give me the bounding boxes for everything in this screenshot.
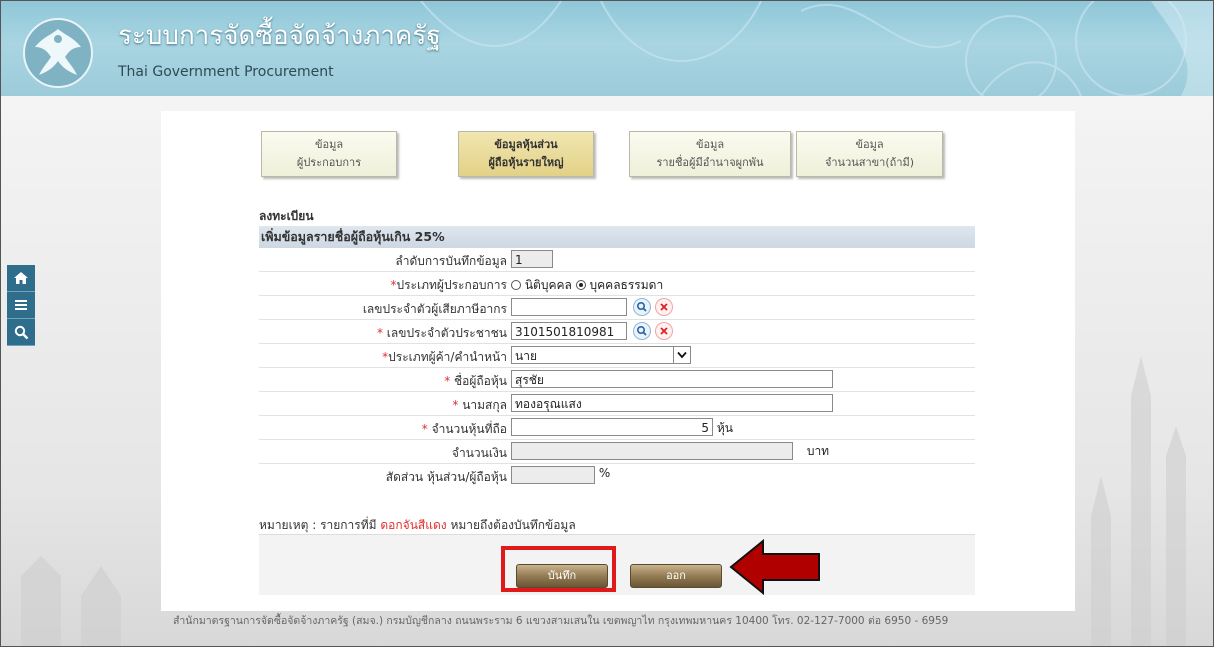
radio-natural-person[interactable] (575, 280, 586, 290)
close-icon (660, 327, 668, 335)
search-icon (636, 301, 647, 312)
form-row-tax-id: เลขประจำตัวผู้เสียภาษีอากร (259, 296, 975, 320)
radio-juristic[interactable] (511, 280, 521, 290)
garuda-logo (23, 18, 93, 88)
shares-input[interactable]: 5 (511, 418, 713, 436)
form-title: เพิ่มข้อมูลรายชื่อผู้ถือหุ้นเกิน 25% (259, 226, 975, 248)
shares-label: จำนวนหุ้นที่ถือ (431, 422, 507, 436)
note-red-text: ดอกจันสีแดง (380, 518, 447, 532)
tax-id-input[interactable] (511, 298, 627, 316)
footer-address: สำนักมาตรฐานการจัดซื้อจัดจ้างภาครัฐ (สมจ… (173, 615, 949, 627)
amount-unit: บาท (806, 444, 830, 458)
shares-unit: หุ้น (716, 421, 733, 435)
form-row-ratio: สัดส่วน หุ้นส่วน/ผู้ถือหุ้น % (259, 464, 975, 487)
radio-natural-person-label: บุคคลธรรมดา (589, 278, 664, 292)
side-nav (7, 265, 35, 346)
menu-icon (15, 300, 27, 310)
note-suffix: หมายถึงต้องบันทึกข้อมูล (450, 518, 576, 532)
page-frame: ระบบการจัดซื้อจัดจ้างภาครัฐ Thai Governm… (0, 0, 1214, 647)
tab-label-line2: จำนวนสาขา(ถ้ามี) (824, 156, 915, 169)
form-row-operator-type: *ประเภทผู้ประกอบการ นิติบุคคล บุคคลธรรมด… (259, 272, 975, 296)
tab-operator-info[interactable]: ข้อมูล ผู้ประกอบการ (261, 131, 397, 177)
tab-shareholder-info[interactable]: ข้อมูลหุ้นส่วน ผู้ถือหุ้นรายใหญ่ (458, 131, 594, 177)
ratio-label: สัดส่วน หุ้นส่วน/ผู้ถือหุ้น (385, 470, 507, 484)
radio-juristic-label: นิติบุคคล (524, 278, 572, 292)
tax-id-search-button[interactable] (632, 298, 651, 316)
required-note: หมายเหตุ : รายการที่มี ดอกจันสีแดง หมายถ… (259, 516, 576, 535)
amount-label: จำนวนเงิน (451, 446, 507, 460)
tab-label-line1: ข้อมูล (855, 138, 884, 151)
search-icon (14, 325, 28, 339)
last-name-input[interactable]: ทองอรุณแสง (511, 394, 833, 412)
form-row-last-name: * นามสกุล ทองอรุณแสง (259, 392, 975, 416)
tab-label-line2: รายชื่อผู้มีอำนาจผูกพัน (656, 156, 764, 169)
title-type-select[interactable]: นาย (511, 346, 691, 364)
form-row-record-order: ลำดับการบันทึกข้อมูล 1 (259, 248, 975, 272)
record-order-label: ลำดับการบันทึกข้อมูล (395, 254, 507, 268)
section-label: ลงทะเบียน (259, 209, 314, 223)
note-prefix: หมายเหตุ : รายการที่มี (259, 518, 377, 532)
operator-type-label: ประเภทผู้ประกอบการ (396, 278, 507, 292)
citizen-id-label: เลขประจำตัวประชาชน (386, 326, 507, 340)
form-row-first-name: * ชื่อผู้ถือหุ้น สุรชัย (259, 368, 975, 392)
ratio-unit: % (598, 466, 611, 480)
red-arrow-annotation (729, 539, 820, 595)
home-icon (14, 272, 28, 284)
first-name-input[interactable]: สุรชัย (511, 370, 833, 388)
required-asterisk: * (452, 398, 463, 412)
app-title: ระบบการจัดซื้อจัดจ้างภาครัฐ (118, 21, 441, 51)
exit-button[interactable]: ออก (630, 564, 722, 588)
tax-id-label: เลขประจำตัวผู้เสียภาษีอากร (362, 302, 507, 316)
tab-label-line2: ผู้ถือหุ้นรายใหญ่ (488, 156, 564, 169)
form-row-amount: จำนวนเงิน บาท (259, 440, 975, 464)
last-name-label: นามสกุล (462, 398, 507, 412)
required-asterisk: * (421, 422, 432, 436)
title-type-label: ประเภทผู้ค้า/คำนำหน้า (388, 350, 507, 364)
tab-authorized-persons[interactable]: ข้อมูล รายชื่อผู้มีอำนาจผูกพัน (629, 131, 791, 177)
step-tabs: ข้อมูล ผู้ประกอบการ ข้อมูลหุ้นส่วน ผู้ถื… (261, 131, 961, 181)
citizen-id-clear-button[interactable] (654, 322, 673, 340)
search-nav-button[interactable] (7, 319, 35, 346)
tax-id-clear-button[interactable] (654, 298, 673, 316)
tab-branch-count[interactable]: ข้อมูล จำนวนสาขา(ถ้ามี) (796, 131, 943, 177)
button-bar: บันทึก ออก (259, 534, 975, 595)
citizen-id-input[interactable]: 3101501810981 (511, 322, 627, 340)
citizen-id-search-button[interactable] (632, 322, 651, 340)
main-panel: ข้อมูล ผู้ประกอบการ ข้อมูลหุ้นส่วน ผู้ถื… (161, 111, 1075, 611)
tab-label-line2: ผู้ประกอบการ (296, 156, 362, 169)
required-asterisk: * (376, 326, 387, 340)
required-asterisk: * (444, 374, 455, 388)
chevron-down-icon (673, 347, 690, 363)
tab-label-line1: ข้อมูล (314, 138, 344, 151)
title-type-value: นาย (515, 349, 537, 363)
search-icon (636, 325, 647, 336)
record-order-field: 1 (511, 250, 553, 268)
tab-label-line1: ข้อมูลหุ้นส่วน (494, 138, 558, 151)
close-icon (660, 303, 668, 311)
menu-nav-button[interactable] (7, 292, 35, 319)
form-row-title-type: *ประเภทผู้ค้า/คำนำหน้า นาย (259, 344, 975, 368)
form-row-citizen-id: * เลขประจำตัวประชาชน 3101501810981 (259, 320, 975, 344)
home-nav-button[interactable] (7, 265, 35, 292)
amount-field (511, 442, 793, 460)
save-highlight-box (501, 546, 616, 592)
app-subtitle: Thai Government Procurement (118, 64, 334, 80)
tab-label-line1: ข้อมูล (695, 138, 725, 151)
site-header: ระบบการจัดซื้อจัดจ้างภาครัฐ Thai Governm… (1, 1, 1213, 96)
ratio-field (511, 466, 595, 484)
shareholder-form: เพิ่มข้อมูลรายชื่อผู้ถือหุ้นเกิน 25% ลำด… (259, 226, 975, 487)
footer: สำนักมาตรฐานการจัดซื้อจัดจ้างภาครัฐ (สมจ… (1, 613, 1201, 629)
first-name-label: ชื่อผู้ถือหุ้น (454, 374, 507, 388)
footer-text: สำนักมาตรฐานการจัดซื้อจัดจ้างภาครัฐ (สมจ… (1, 613, 973, 629)
form-row-shares: * จำนวนหุ้นที่ถือ 5 หุ้น (259, 416, 975, 440)
